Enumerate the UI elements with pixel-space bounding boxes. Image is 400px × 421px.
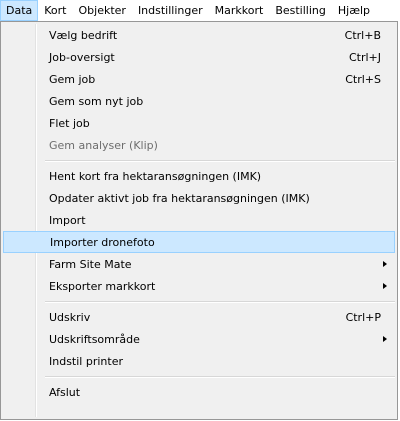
submenu-arrow-icon [383, 261, 387, 267]
menu-item-label: Opdater aktivt job fra hektaransøgningen… [49, 191, 310, 205]
menu-item-label: Gem job [49, 72, 96, 86]
menu-item-label: Import [49, 213, 86, 227]
menu-item-label: Job-oversigt [49, 50, 115, 64]
menu-markkort[interactable]: Markkort [209, 0, 270, 21]
menu-bestilling[interactable]: Bestilling [269, 0, 332, 21]
menu-item-import[interactable]: Import [3, 209, 395, 231]
menu-item-label: Udskriftsområde [49, 332, 140, 346]
menu-kort[interactable]: Kort [38, 0, 72, 21]
menu-item-label: Flet job [49, 116, 90, 130]
menu-item-job-oversigt[interactable]: Job-oversigt Ctrl+J [3, 46, 395, 68]
menu-item-label: Gem som nyt job [49, 94, 144, 108]
menu-objekter[interactable]: Objekter [73, 0, 132, 21]
menu-item-gem-analyser: Gem analyser (Klip) [3, 134, 395, 156]
menu-item-importer-dronefoto[interactable]: Importer dronefoto [3, 231, 395, 253]
menu-indstillinger[interactable]: Indstillinger [132, 0, 209, 21]
shortcut-label: Ctrl+B [344, 28, 381, 42]
menu-item-label: Eksporter markkort [49, 279, 156, 293]
menu-item-label: Farm Site Mate [49, 257, 132, 271]
menu-item-label: Vælg bedrift [49, 28, 118, 42]
menu-hjaelp[interactable]: Hjælp [332, 0, 376, 21]
submenu-arrow-icon [383, 336, 387, 342]
menu-item-udskriftsomraade[interactable]: Udskriftsområde [3, 328, 395, 350]
menu-separator [45, 301, 395, 303]
menu-item-afslut[interactable]: Afslut [3, 381, 395, 403]
menu-item-hent-kort-imk[interactable]: Hent kort fra hektaransøgningen (IMK) [3, 165, 395, 187]
menu-item-flet-job[interactable]: Flet job [3, 112, 395, 134]
menu-bar: Data Kort Objekter Indstillinger Markkor… [0, 0, 400, 21]
menu-item-eksporter-markkort[interactable]: Eksporter markkort [3, 275, 395, 297]
menu-item-label: Importer dronefoto [50, 235, 155, 249]
shortcut-label: Ctrl+S [345, 72, 381, 86]
menu-item-label: Hent kort fra hektaransøgningen (IMK) [49, 169, 262, 183]
data-dropdown-menu: Vælg bedrift Ctrl+B Job-oversigt Ctrl+J … [0, 21, 398, 420]
menu-item-label: Udskriv [49, 310, 91, 324]
menu-item-indstil-printer[interactable]: Indstil printer [3, 350, 395, 372]
menu-item-opdater-job-imk[interactable]: Opdater aktivt job fra hektaransøgningen… [3, 187, 395, 209]
menu-item-label: Indstil printer [49, 354, 123, 368]
menu-item-farm-site-mate[interactable]: Farm Site Mate [3, 253, 395, 275]
submenu-arrow-icon [383, 283, 387, 289]
menu-item-vaelg-bedrift[interactable]: Vælg bedrift Ctrl+B [3, 24, 395, 46]
menu-item-label: Afslut [49, 385, 81, 399]
menu-data[interactable]: Data [0, 0, 39, 21]
menu-separator [45, 376, 395, 378]
menu-item-gem-job[interactable]: Gem job Ctrl+S [3, 68, 395, 90]
menu-item-udskriv[interactable]: Udskriv Ctrl+P [3, 306, 395, 328]
menu-item-gem-som-nyt-job[interactable]: Gem som nyt job [3, 90, 395, 112]
menu-item-label: Gem analyser (Klip) [49, 138, 158, 152]
shortcut-label: Ctrl+J [348, 50, 381, 64]
menu-separator [45, 160, 395, 162]
shortcut-label: Ctrl+P [345, 310, 381, 324]
